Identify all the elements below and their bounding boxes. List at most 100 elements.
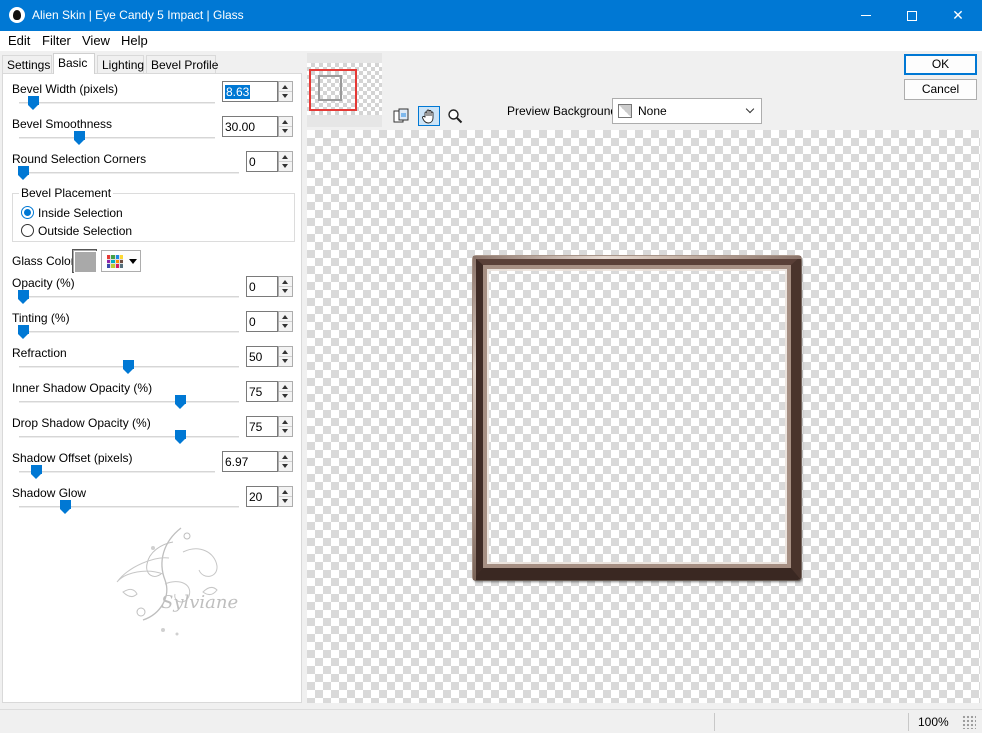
shadow-offset-spin-arrows[interactable] [278, 451, 293, 472]
drop-shadow-opacity-slider-track[interactable] [19, 436, 239, 438]
drop-shadow-opacity-spin-arrows[interactable] [278, 416, 293, 437]
zoom-icon [448, 109, 463, 124]
preview-compare-icon [393, 108, 409, 123]
bevel-smoothness-spin-arrows[interactable] [278, 116, 293, 137]
inside-selection-radio[interactable] [21, 206, 34, 219]
shadow-offset-label: Shadow Offset (pixels) [12, 451, 133, 465]
shadow-glow-slider-thumb[interactable] [60, 500, 71, 514]
shadow-offset-slider-track[interactable] [19, 471, 215, 473]
navigator-thumbnail[interactable] [307, 53, 382, 127]
hand-pan-icon [422, 109, 434, 124]
bevel-width-slider-thumb[interactable] [28, 96, 39, 110]
glass-frame-preview [473, 256, 801, 580]
glass-color-label: Glass Color [12, 254, 75, 268]
tinting-slider-track[interactable] [19, 331, 239, 333]
chevron-down-icon [745, 104, 755, 114]
minimize-button[interactable] [843, 0, 889, 31]
preview-background-label: Preview Background: [507, 104, 621, 118]
shadow-glow-spin-arrows[interactable] [278, 486, 293, 507]
round-corners-label: Round Selection Corners [12, 152, 147, 166]
menu-filter[interactable]: Filter [42, 33, 71, 48]
cancel-button[interactable]: Cancel [904, 79, 977, 100]
outside-selection-label[interactable]: Outside Selection [38, 224, 132, 238]
drop-shadow-opacity-input[interactable]: 75 [246, 416, 278, 437]
maximize-button[interactable] [889, 0, 935, 31]
title-bar: Alien Skin | Eye Candy 5 Impact | Glass … [0, 0, 982, 31]
bevel-smoothness-input[interactable]: 30.00 [222, 116, 278, 137]
preview-canvas[interactable] [307, 130, 980, 703]
tinting-spin-arrows[interactable] [278, 311, 293, 332]
bevel-width-slider-track[interactable] [19, 102, 215, 104]
inside-selection-label[interactable]: Inside Selection [38, 206, 123, 220]
window-title: Alien Skin | Eye Candy 5 Impact | Glass [32, 8, 244, 22]
opacity-input[interactable]: 0 [246, 276, 278, 297]
glass-color-swatch[interactable] [72, 249, 97, 273]
chevron-down-icon [129, 259, 137, 264]
round-corners-slider-thumb[interactable] [18, 166, 29, 180]
watermark-text: Sylviane [161, 592, 239, 613]
round-corners-slider-track[interactable] [19, 172, 239, 174]
bevel-placement-title: Bevel Placement [19, 186, 114, 200]
inner-shadow-opacity-slider-track[interactable] [19, 401, 239, 403]
bevel-width-label: Bevel Width (pixels) [12, 82, 119, 96]
drop-shadow-opacity-label: Drop Shadow Opacity (%) [12, 416, 151, 430]
close-button[interactable]: ✕ [935, 0, 981, 31]
color-picker-button[interactable] [101, 250, 141, 272]
preview-compare-button[interactable] [390, 106, 412, 126]
hand-pan-button[interactable] [418, 106, 440, 126]
tab-bevel-profile[interactable]: Bevel Profile [146, 55, 218, 73]
inner-shadow-opacity-slider-thumb[interactable] [175, 395, 186, 409]
inner-shadow-opacity-spin-arrows[interactable] [278, 381, 293, 402]
minimize-icon [861, 15, 871, 16]
status-bar: 100% [0, 709, 982, 733]
bevel-smoothness-label: Bevel Smoothness [12, 117, 113, 131]
maximize-icon [907, 10, 917, 21]
menu-view[interactable]: View [82, 33, 110, 48]
tinting-slider-thumb[interactable] [18, 325, 29, 339]
zoom-button[interactable] [444, 106, 466, 126]
refraction-spin-arrows[interactable] [278, 346, 293, 367]
tinting-input[interactable]: 0 [246, 311, 278, 332]
bevel-smoothness-slider-thumb[interactable] [74, 131, 85, 145]
opacity-slider-track[interactable] [19, 296, 239, 298]
refraction-input[interactable]: 50 [246, 346, 278, 367]
bevel-width-input[interactable]: 8.63 [222, 81, 278, 102]
round-corners-spin-arrows[interactable] [278, 151, 293, 172]
opacity-slider-thumb[interactable] [18, 290, 29, 304]
menu-bar: Edit Filter View Help [0, 31, 982, 51]
tab-settings[interactable]: Settings [2, 55, 52, 73]
inner-shadow-opacity-input[interactable]: 75 [246, 381, 278, 402]
shadow-glow-slider-track[interactable] [19, 506, 239, 508]
tab-basic[interactable]: Basic [53, 53, 95, 74]
bevel-smoothness-slider-track[interactable] [19, 137, 215, 139]
shadow-offset-input[interactable]: 6.97 [222, 451, 278, 472]
refraction-label: Refraction [12, 346, 67, 360]
menu-edit[interactable]: Edit [8, 33, 30, 48]
round-corners-input[interactable]: 0 [246, 151, 278, 172]
opacity-label: Opacity (%) [12, 276, 75, 290]
size-grip-icon[interactable] [962, 715, 976, 729]
shadow-glow-label: Shadow Glow [12, 486, 87, 500]
ok-button[interactable]: OK [904, 54, 977, 75]
shadow-offset-slider-thumb[interactable] [31, 465, 42, 479]
shadow-glow-input[interactable]: 20 [246, 486, 278, 507]
app-icon [9, 7, 25, 23]
menu-help[interactable]: Help [121, 33, 148, 48]
outside-selection-radio[interactable] [21, 224, 34, 237]
bevel-placement-group: Bevel Placement Inside Selection Outside… [12, 186, 295, 242]
preview-background-dropdown[interactable]: None [612, 98, 762, 124]
refraction-slider-thumb[interactable] [123, 360, 134, 374]
settings-panel: Bevel Width (pixels) 8.63 Bevel Smoothne… [2, 73, 302, 703]
preview-background-swatch-icon [618, 104, 632, 118]
watermark-flourish [116, 527, 218, 636]
opacity-spin-arrows[interactable] [278, 276, 293, 297]
inner-shadow-opacity-label: Inner Shadow Opacity (%) [12, 381, 153, 395]
bevel-width-spin-arrows[interactable] [278, 81, 293, 102]
navigator-viewport-rect[interactable] [309, 69, 357, 111]
zoom-level: 100% [918, 715, 949, 729]
tab-lighting[interactable]: Lighting [97, 55, 144, 73]
close-icon: ✕ [952, 7, 964, 23]
preview-background-value: None [638, 104, 667, 118]
drop-shadow-opacity-slider-thumb[interactable] [175, 430, 186, 444]
tinting-label: Tinting (%) [12, 311, 70, 325]
